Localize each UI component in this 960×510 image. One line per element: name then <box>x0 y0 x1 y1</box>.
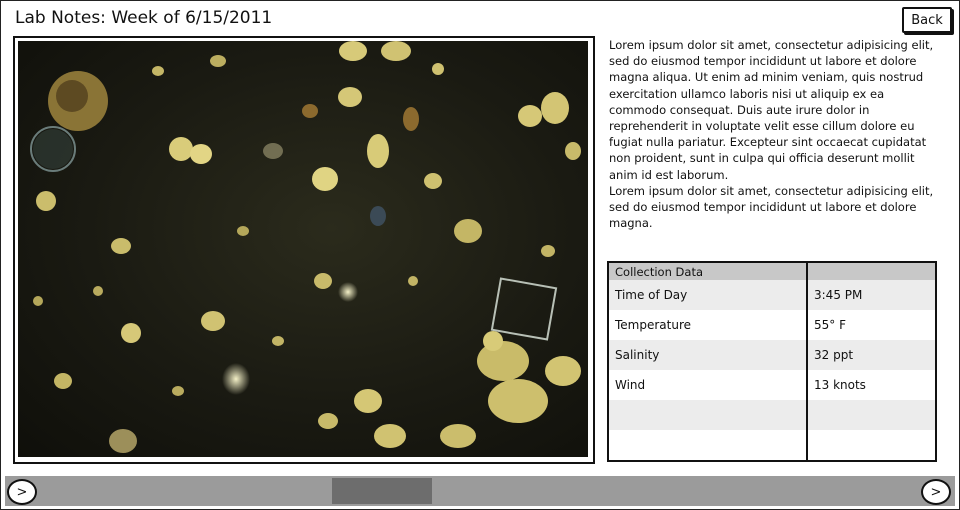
collection-data-table: Collection Data Time of Day 3:45 PM Temp… <box>607 261 937 462</box>
table-row <box>608 430 936 461</box>
back-button[interactable]: Back <box>902 7 952 33</box>
notes-paragraph-2: Lorem ipsum dolor sit amet, consectetur … <box>609 184 934 231</box>
row-label: Time of Day <box>608 280 808 310</box>
previous-button[interactable]: > <box>7 479 37 505</box>
row-label: Salinity <box>608 340 808 370</box>
table-header-label: Collection Data <box>608 262 808 280</box>
row-value <box>807 400 936 430</box>
table-row: Wind 13 knots <box>608 370 936 400</box>
horizontal-scrollbar[interactable]: > > <box>5 476 955 506</box>
row-label <box>608 430 808 461</box>
row-value: 13 knots <box>814 378 866 392</box>
table-row: Temperature 55° F <box>608 310 936 340</box>
row-value: 32 ppt <box>807 340 936 370</box>
table-header-value <box>807 262 936 280</box>
next-button[interactable]: > <box>921 479 951 505</box>
row-label: Wind <box>608 370 808 400</box>
table-row <box>608 400 936 430</box>
notes-paragraph-1: Lorem ipsum dolor sit amet, consectetur … <box>609 38 934 182</box>
row-value <box>807 430 936 461</box>
table-row: Salinity 32 ppt <box>608 340 936 370</box>
row-value: 55° F <box>814 318 846 332</box>
table-row: Time of Day 3:45 PM <box>608 280 936 310</box>
row-value: 3:45 PM <box>807 280 936 310</box>
page-title: Lab Notes: Week of 6/15/2011 <box>15 8 273 28</box>
row-label: Temperature <box>608 310 808 340</box>
scrollbar-thumb[interactable] <box>332 478 432 504</box>
sample-image-frame <box>13 36 595 464</box>
microscope-sample-image <box>18 41 588 457</box>
row-label <box>608 400 808 430</box>
